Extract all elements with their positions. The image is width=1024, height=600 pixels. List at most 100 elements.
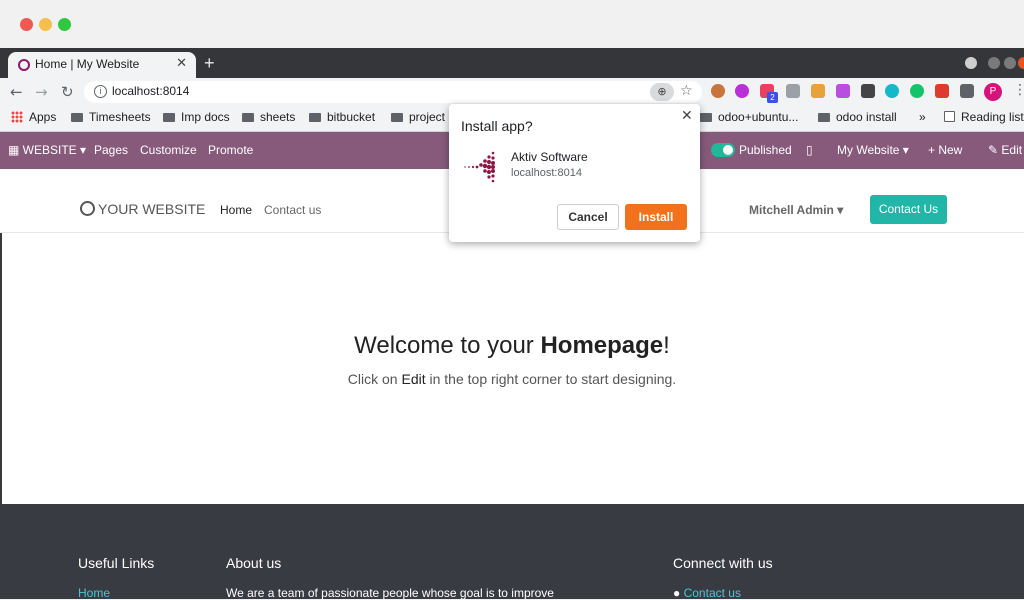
cancel-button[interactable]: Cancel bbox=[557, 204, 619, 230]
dialog-close-icon[interactable]: ✕ bbox=[681, 108, 693, 124]
footer-contact-link[interactable]: ● Contact us bbox=[673, 586, 741, 600]
extension-picker-icon[interactable] bbox=[861, 84, 875, 98]
mobile-preview-icon[interactable]: ▯ bbox=[806, 143, 813, 157]
extension-m-icon[interactable] bbox=[885, 84, 899, 98]
extension-color-icon[interactable] bbox=[735, 84, 749, 98]
bookmarks-overflow-button[interactable]: » bbox=[919, 110, 926, 124]
bookmark-apps-label: Apps bbox=[29, 110, 57, 124]
app-host: localhost:8014 bbox=[511, 167, 582, 179]
nav-contact-us[interactable]: Contact us bbox=[264, 203, 321, 217]
edit-button[interactable]: ✎ Edit bbox=[988, 143, 1022, 157]
folder-icon bbox=[163, 113, 175, 122]
extension-pen-icon[interactable] bbox=[836, 84, 850, 98]
edit-button-label: Edit bbox=[1001, 143, 1023, 157]
extension-tag-icon[interactable] bbox=[811, 84, 825, 98]
maximize-icon[interactable] bbox=[1004, 57, 1016, 69]
globe-icon bbox=[80, 201, 95, 216]
welcome-heading: Welcome to your Homepage! bbox=[0, 332, 1024, 360]
extension-grammarly-icon[interactable] bbox=[910, 84, 924, 98]
pages-menu[interactable]: Pages bbox=[94, 143, 128, 157]
tab-close-icon[interactable]: ✕ bbox=[176, 56, 187, 71]
comment-icon: ● bbox=[673, 586, 681, 600]
hint-prefix: Click on bbox=[347, 371, 402, 387]
my-website-menu[interactable]: My Website ▾ bbox=[837, 143, 909, 157]
close-icon[interactable] bbox=[1018, 57, 1024, 69]
minimize-icon[interactable] bbox=[988, 57, 1000, 69]
folder-icon bbox=[71, 113, 83, 122]
bookmark-odoo-ubuntu-label: odoo+ubuntu... bbox=[718, 110, 799, 124]
more-menu-icon[interactable]: ⋮ bbox=[1013, 82, 1024, 98]
website-footer bbox=[0, 504, 1024, 599]
close-window-button[interactable] bbox=[20, 18, 33, 31]
bookmark-bitbucket[interactable]: bitbucket bbox=[309, 110, 375, 124]
install-app-dialog: Install app? ✕ Aktiv Software localhost:… bbox=[449, 104, 700, 242]
footer-about-heading: About us bbox=[226, 555, 282, 571]
website-menu-label: WEBSITE bbox=[22, 143, 77, 157]
window-titlebar bbox=[0, 0, 1024, 48]
extension-monkey-icon[interactable] bbox=[711, 84, 725, 98]
bookmark-imp-docs[interactable]: Imp docs bbox=[163, 110, 230, 124]
bookmark-odoo-install[interactable]: odoo install bbox=[818, 110, 897, 124]
reading-list-icon bbox=[944, 111, 955, 122]
bookmark-timesheets-label: Timesheets bbox=[89, 110, 151, 124]
extension-grid-icon[interactable] bbox=[935, 84, 949, 98]
published-toggle[interactable] bbox=[711, 143, 735, 157]
minimize-window-button[interactable] bbox=[39, 18, 52, 31]
footer-contact-link-label: Contact us bbox=[683, 586, 741, 600]
extensions-puzzle-icon[interactable] bbox=[960, 84, 974, 98]
reading-list-button[interactable]: Reading list bbox=[944, 110, 1024, 124]
contact-us-button[interactable]: Contact Us bbox=[870, 195, 947, 224]
install-button[interactable]: Install bbox=[625, 204, 687, 230]
welcome-suffix: ! bbox=[663, 332, 670, 359]
bookmark-project-label: project bbox=[409, 110, 446, 124]
site-info-icon[interactable]: i bbox=[94, 85, 107, 98]
profile-avatar[interactable]: P bbox=[984, 83, 1002, 101]
apps-grid-icon bbox=[11, 111, 23, 123]
forward-arrow-icon[interactable]: → bbox=[35, 83, 48, 101]
tab-title: Home | My Website bbox=[35, 57, 140, 71]
promote-menu[interactable]: Promote bbox=[208, 143, 253, 157]
folder-icon bbox=[818, 113, 830, 122]
user-menu[interactable]: Mitchell Admin ▾ bbox=[749, 203, 843, 217]
bookmark-sheets[interactable]: sheets bbox=[242, 110, 295, 124]
install-app-icon[interactable]: ⊕ bbox=[650, 83, 674, 101]
new-tab-button[interactable]: + bbox=[204, 53, 215, 74]
bookmark-apps[interactable]: Apps bbox=[11, 110, 56, 124]
url-text: localhost:8014 bbox=[112, 84, 190, 98]
folder-icon bbox=[391, 113, 403, 122]
browser-tab[interactable]: Home | My Website ✕ bbox=[8, 52, 196, 78]
nav-home[interactable]: Home bbox=[220, 203, 252, 217]
bookmark-imp-docs-label: Imp docs bbox=[181, 110, 230, 124]
footer-connect-heading: Connect with us bbox=[673, 555, 773, 571]
edit-hint: Click on Edit in the top right corner to… bbox=[0, 371, 1024, 387]
welcome-prefix: Welcome to your bbox=[354, 332, 541, 359]
extension-gray-icon[interactable] bbox=[786, 84, 800, 98]
folder-icon bbox=[700, 113, 712, 122]
bookmark-project[interactable]: project bbox=[391, 110, 445, 124]
my-website-label: My Website bbox=[837, 143, 900, 157]
bookmark-odoo-ubuntu[interactable]: odoo+ubuntu... bbox=[700, 110, 798, 124]
hint-bold: Edit bbox=[401, 371, 426, 387]
welcome-bold: Homepage bbox=[540, 332, 664, 359]
website-logo-text: YOUR WEBSITE bbox=[98, 201, 206, 217]
bookmark-star-icon[interactable]: ☆ bbox=[680, 83, 693, 99]
reload-icon[interactable]: ↻ bbox=[61, 83, 74, 101]
install-dialog-title: Install app? bbox=[461, 118, 533, 134]
maximize-window-button[interactable] bbox=[58, 18, 71, 31]
address-bar[interactable]: i localhost:8014 ⊕ ☆ bbox=[84, 81, 702, 103]
new-button[interactable]: + New bbox=[928, 143, 962, 157]
hint-suffix: in the top right corner to start designi… bbox=[425, 371, 677, 387]
website-logo[interactable]: YOUR WEBSITE bbox=[80, 201, 205, 217]
reading-list-label: Reading list bbox=[961, 110, 1024, 124]
footer-about-text: We are a team of passionate people whose… bbox=[226, 586, 554, 600]
bookmark-timesheets[interactable]: Timesheets bbox=[71, 110, 151, 124]
footer-home-link[interactable]: Home bbox=[78, 586, 110, 600]
bookmark-bitbucket-label: bitbucket bbox=[327, 110, 376, 124]
website-menu[interactable]: ▦ WEBSITE ▾ bbox=[8, 143, 86, 157]
tab-search-icon[interactable] bbox=[965, 57, 977, 69]
new-button-label: New bbox=[938, 143, 963, 157]
user-name: Mitchell Admin bbox=[749, 203, 834, 217]
app-name: Aktiv Software bbox=[511, 150, 588, 164]
customize-menu[interactable]: Customize bbox=[140, 143, 197, 157]
back-arrow-icon[interactable]: ← bbox=[10, 83, 23, 101]
